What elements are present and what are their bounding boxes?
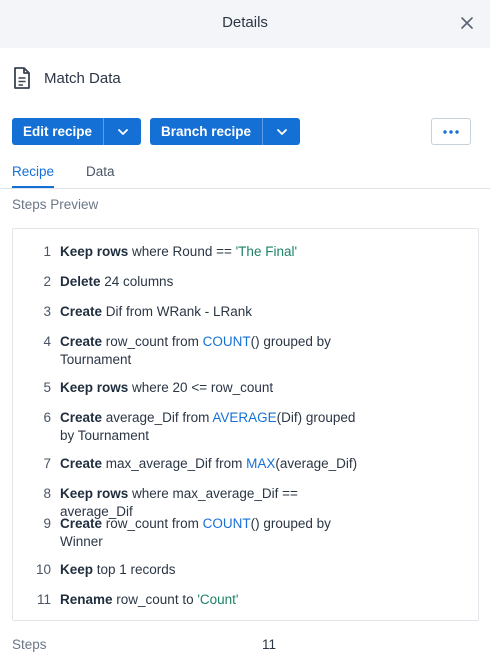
step-number: 1 <box>43 244 51 259</box>
step-function: COUNT <box>202 516 251 531</box>
step-description: Keep rows where 20 <= row_count <box>60 379 360 397</box>
step-description: Create max_average_Dif from MAX(average_… <box>60 455 360 473</box>
steps-preview-label: Steps Preview <box>12 197 99 212</box>
step-keyword: Keep rows <box>60 380 129 395</box>
tab-data[interactable]: Data <box>86 164 115 186</box>
step-number: 7 <box>43 456 51 471</box>
more-options-icon <box>443 129 459 134</box>
details-header: Details <box>0 0 490 48</box>
step-keyword: Keep rows <box>60 244 129 259</box>
step-number: 6 <box>43 410 51 425</box>
step-keyword: Delete <box>60 274 101 289</box>
step-keyword: Create <box>60 456 103 471</box>
step-text-fragment: max_average_Dif from <box>102 456 247 471</box>
step-description: Keep rows where Round == 'The Final' <box>60 243 360 261</box>
step-number: 3 <box>43 304 51 319</box>
tab-recipe[interactable]: Recipe <box>12 164 55 188</box>
step-keyword: Rename <box>60 592 113 607</box>
step-number: 9 <box>43 516 51 531</box>
step-number: 4 <box>43 334 51 349</box>
step-text-fragment: top 1 records <box>93 562 176 577</box>
branch-recipe-button[interactable]: Branch recipe <box>150 118 263 145</box>
close-icon[interactable] <box>457 13 477 33</box>
step-text-fragment: 24 columns <box>100 274 174 289</box>
step-text-fragment: (average_Dif) <box>275 456 358 471</box>
step-number: 5 <box>43 380 51 395</box>
branch-recipe-split-button: Branch recipe <box>150 118 301 145</box>
step-text-fragment: row_count to <box>112 592 198 607</box>
step-keyword: Create <box>60 334 103 349</box>
step-keyword: Keep <box>60 562 94 577</box>
recipe-actions: Edit recipe Branch recipe <box>12 118 471 145</box>
detail-tabs: Recipe Data <box>0 155 490 189</box>
step-keyword: Create <box>60 304 103 319</box>
panel-title: Details <box>222 14 268 31</box>
step-keyword: Keep rows <box>60 486 129 501</box>
step-description: Delete 24 columns <box>60 273 360 291</box>
step-description: Rename row_count to 'Count' <box>60 591 360 609</box>
step-number: 8 <box>43 486 51 501</box>
step-text-fragment: row_count from <box>102 334 203 349</box>
step-keyword: Create <box>60 516 103 531</box>
edit-recipe-dropdown[interactable] <box>103 118 142 145</box>
step-number: 10 <box>35 562 51 577</box>
step-function: MAX <box>246 456 276 471</box>
step-text-fragment: Dif from WRank - LRank <box>102 304 253 319</box>
step-description: Create average_Dif from AVERAGE(Dif) gro… <box>60 409 360 445</box>
steps-preview-list: 1 Keep rows where Round == 'The Final' 2 De… <box>12 228 479 621</box>
step-description: Create Dif from WRank - LRank <box>60 303 360 321</box>
step-text-fragment: where 20 <= row_count <box>128 380 274 395</box>
chevron-down-icon <box>117 128 128 135</box>
steps-count-value: 11 <box>262 637 277 652</box>
step-text-fragment: row_count from <box>102 516 203 531</box>
dataset-title-row: Match Data <box>12 64 121 92</box>
edit-recipe-button[interactable]: Edit recipe <box>12 118 104 145</box>
step-function: AVERAGE <box>212 410 277 425</box>
step-keyword: Create <box>60 410 103 425</box>
edit-recipe-split-button: Edit recipe <box>12 118 142 145</box>
step-description: Create row_count from COUNT() grouped by… <box>60 515 360 551</box>
step-number: 11 <box>36 592 51 607</box>
step-literal: 'The Final' <box>235 244 298 259</box>
more-options-button[interactable] <box>431 118 471 145</box>
step-text-fragment: average_Dif from <box>102 410 213 425</box>
step-description: Keep top 1 records <box>60 561 360 579</box>
step-function: COUNT <box>202 334 251 349</box>
chevron-down-icon <box>276 128 287 135</box>
document-icon <box>14 67 30 89</box>
dataset-name: Match Data <box>44 69 121 87</box>
step-text-fragment: where Round == <box>128 244 236 259</box>
step-literal: 'Count' <box>197 592 239 607</box>
step-number: 2 <box>43 274 51 289</box>
branch-recipe-dropdown[interactable] <box>262 118 301 145</box>
steps-count-label: Steps <box>12 637 47 652</box>
step-description: Create row_count from COUNT() grouped by… <box>60 333 360 369</box>
